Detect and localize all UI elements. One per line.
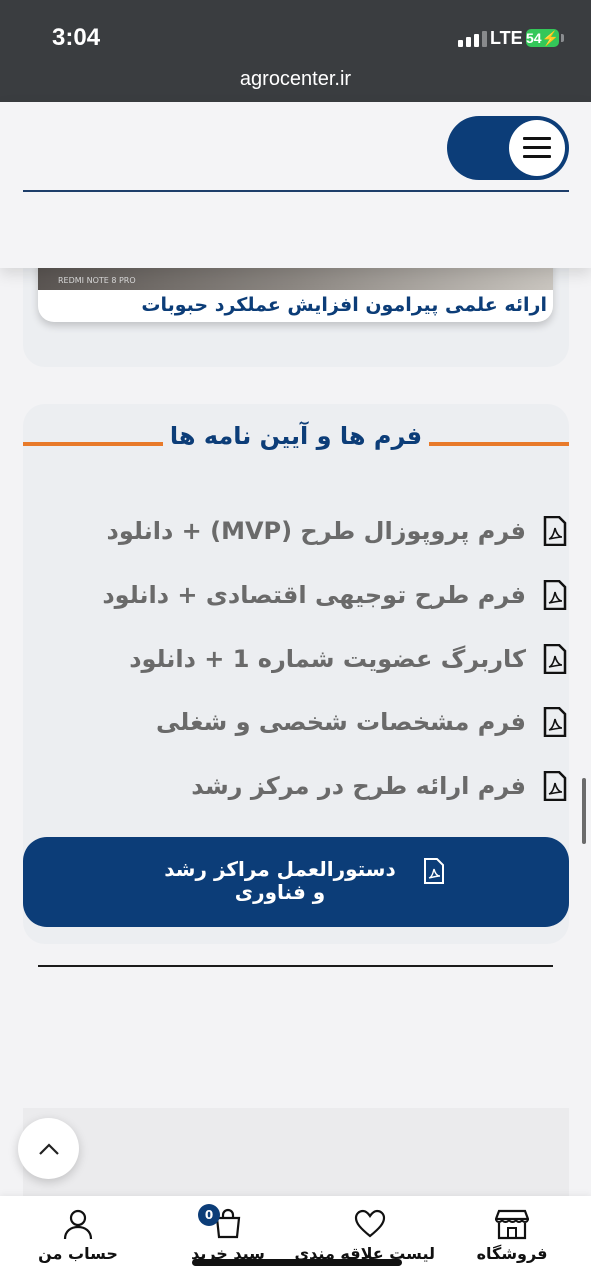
- form-link-personal[interactable]: فرم مشخصات شخصی و شغلی: [156, 702, 568, 742]
- section-title: فرم ها و آیین نامه ها: [169, 422, 423, 450]
- nav-shop[interactable]: فروشگاه: [447, 1208, 577, 1263]
- nav-account-label: حساب من: [38, 1244, 118, 1263]
- pdf-icon: [543, 644, 567, 674]
- footer-panel: [23, 1108, 569, 1198]
- form-link-label: کاربرگ عضویت شماره 1 + دانلود: [129, 645, 526, 673]
- signal-icon: [458, 31, 487, 47]
- hamburger-icon[interactable]: [509, 120, 565, 176]
- pdf-icon: [543, 771, 567, 801]
- menu-toggle-button[interactable]: [447, 116, 569, 180]
- form-link-label: فرم مشخصات شخصی و شغلی: [156, 708, 526, 736]
- pdf-icon: [543, 580, 567, 610]
- content-divider: [38, 965, 553, 967]
- user-icon: [63, 1209, 93, 1240]
- form-link-membership[interactable]: کاربرگ عضویت شماره 1 + دانلود: [129, 639, 568, 679]
- home-indicator[interactable]: [192, 1259, 402, 1266]
- scrollbar[interactable]: [582, 778, 586, 844]
- nav-account[interactable]: حساب من: [13, 1208, 143, 1263]
- form-link-present-plan[interactable]: فرم ارائه طرح در مرکز رشد: [191, 766, 568, 806]
- form-link-proposal[interactable]: فرم پروپوزال طرح (MVP) + دانلود: [107, 511, 568, 551]
- section-line-left: [23, 442, 163, 446]
- news-title[interactable]: ارائه علمی پیرامون افزایش عملکرد حبوبات: [141, 294, 547, 316]
- heart-icon: [354, 1209, 386, 1238]
- battery-level: 54: [526, 30, 542, 46]
- url-bar[interactable]: agrocenter.ir: [0, 68, 591, 91]
- news-image-caption: REDMI NOTE 8 PRO: [58, 276, 136, 285]
- chevron-up-icon: [38, 1142, 59, 1155]
- nav-shop-label: فروشگاه: [476, 1244, 548, 1263]
- section-line-right: [429, 442, 569, 446]
- status-bar: 3:04 LTE 54 ⚡ agrocenter.ir: [0, 0, 591, 102]
- battery-icon: 54 ⚡: [526, 29, 560, 47]
- pdf-icon: [543, 707, 567, 737]
- guide-button-label[interactable]: دستورالعمل مراکز رشد و فناوری: [160, 858, 400, 904]
- header-divider: [23, 190, 569, 192]
- section-header: فرم ها و آیین نامه ها: [23, 422, 569, 466]
- form-link-label: فرم ارائه طرح در مرکز رشد: [191, 772, 526, 800]
- status-time: 3:04: [52, 24, 101, 51]
- store-icon: [495, 1209, 529, 1240]
- form-link-label: فرم طرح توجیهی اقتصادی + دانلود: [102, 581, 526, 609]
- network-type: LTE: [490, 28, 523, 48]
- pdf-icon: [424, 858, 444, 884]
- battery-cap: [561, 34, 564, 42]
- form-link-label: فرم پروپوزال طرح (MVP) + دانلود: [106, 517, 526, 545]
- site-header: [0, 102, 591, 268]
- bottom-nav: فروشگاه لیست علاقه مندی سبد خرید حساب من: [0, 1196, 591, 1280]
- form-link-economic[interactable]: فرم طرح توجیهی اقتصادی + دانلود: [102, 575, 568, 615]
- nav-wishlist[interactable]: لیست علاقه مندی: [295, 1208, 435, 1263]
- scroll-to-top-button[interactable]: [18, 1118, 79, 1179]
- cart-count-badge: 0: [198, 1204, 220, 1226]
- nav-cart[interactable]: سبد خرید: [163, 1208, 293, 1263]
- pdf-icon: [543, 516, 567, 546]
